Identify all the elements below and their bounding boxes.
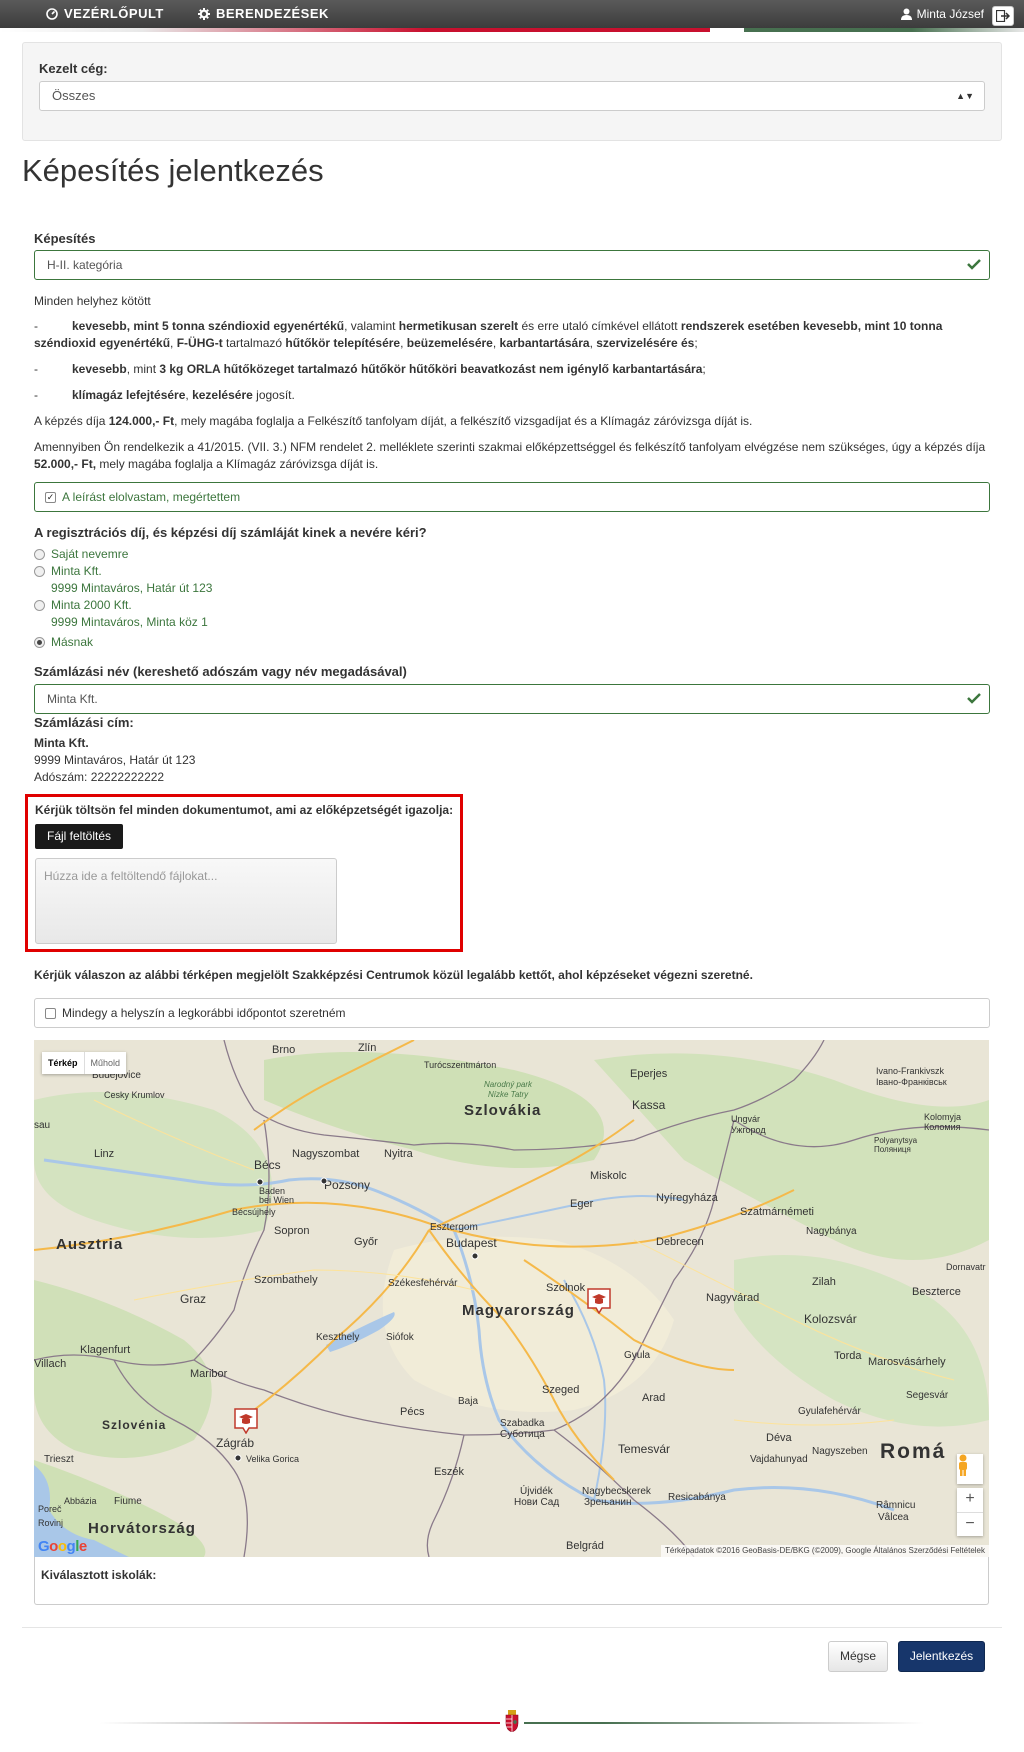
footer-line-left [100,1722,500,1724]
fee-text: A képzés díja 124.000,- Ft, mely magába … [34,414,753,428]
company-select-value: Összes [52,88,96,103]
billing-address-name: Minta Kft. [34,736,89,750]
form-divider [22,1627,1002,1628]
ack-checkbox-label: A leírást elolvastam, megértettem [62,490,241,504]
nav-settings[interactable]: BERENDEZÉSEK [198,0,329,28]
any-location-checkbox[interactable] [45,1007,56,1019]
invoice-option-other-label: Másnak [51,635,94,649]
map-city-markers [234,1177,479,1462]
map-tab-map[interactable]: Térkép [42,1052,84,1074]
flag-stripe-green [744,28,1024,32]
billing-name-label: Számlázási név (kereshető adószám vagy n… [34,664,407,679]
school-marker-szolnok[interactable] [587,1288,611,1314]
billing-address-label: Számlázási cím: [34,715,134,730]
exempt-fee-text: Amennyiben Ön rendelkezik a 41/2015. (VI… [34,440,986,471]
radio-other[interactable] [34,637,45,648]
page-title: Képesítés jelentkezés [22,153,324,188]
upload-label: Kérjük töltsön fel minden dokumentumot, … [35,803,454,817]
company-label: Kezelt cég: [39,61,108,76]
caret-down-icon: ▲▼ [956,91,974,101]
school-map[interactable]: Brno Zlín Turócszentmárton Eperjes Ivano… [34,1040,989,1557]
invoice-option-minta-label: Minta Kft. [51,564,102,578]
file-upload-button[interactable]: Fájl feltöltés [35,824,124,849]
file-dropzone[interactable]: Húzza ide a feltöltendő fájlokat... [35,858,337,944]
logout-button[interactable] [992,6,1014,26]
street-view-pegman-icon[interactable] [957,1454,983,1484]
map-attribution[interactable]: Térképadatok ©2016 GeoBasis-DE/BKG (©200… [661,1545,989,1557]
map-instruction: Kérjük válaszon az alábbi térképen megje… [34,968,753,982]
logout-icon [996,10,1010,22]
billing-tax-id: Adószám: 22222222222 [34,770,165,784]
map-zoom-controls: + − [957,1488,983,1536]
upload-section: Kérjük töltsön fel minden dokumentumot, … [25,794,463,952]
coat-of-arms-icon [505,1710,519,1732]
billing-name-field[interactable]: Minta Kft. [34,684,990,714]
footer-line-right [524,1722,924,1724]
company-select[interactable]: Összes ▲▼ [39,81,985,111]
user-name: Minta József [916,7,984,21]
selected-schools-label: Kiválasztott iskolák: [41,1568,157,1582]
nav-settings-label: BERENDEZÉSEK [216,6,329,21]
invoice-question: A regisztrációs díj, és képzési díj szám… [34,525,427,540]
radio-own[interactable] [34,549,45,560]
ack-checkbox[interactable]: ✓ [45,491,56,503]
invoice-option-minta2000-address: 9999 Mintaváros, Minta köz 1 [51,615,208,629]
user-icon [900,8,912,20]
company-filter-panel: Kezelt cég: Összes ▲▼ [22,42,1002,141]
radio-minta2000[interactable] [34,600,45,611]
radio-minta[interactable] [34,566,45,577]
any-location-row[interactable]: Mindegy a helyszín a legkorábbi időponto… [34,998,990,1028]
billing-address-line: 9999 Mintaváros, Határ út 123 [34,753,196,767]
school-marker-zagrab[interactable] [234,1408,258,1434]
gear-icon [198,8,210,20]
dashboard-icon [46,8,58,20]
invoice-option-minta-address: 9999 Mintaváros, Határ út 123 [51,581,213,595]
invoice-option-own[interactable]: Saját nevemre [34,546,128,563]
nav-dashboard[interactable]: VEZÉRLŐPULT [46,0,164,28]
invoice-option-minta2000-label: Minta 2000 Kft. [51,598,132,612]
description-item-1: - kevesebb, mint 5 tonna széndioxid egyen… [34,319,943,350]
user-menu[interactable]: Minta József [900,0,984,28]
google-logo: Google [38,1538,87,1555]
cancel-button[interactable]: Mégse [828,1641,888,1672]
description-item-3: - klímagáz lefejtésére, kezelésére jogosí… [34,388,295,402]
invoice-option-own-label: Saját nevemre [51,547,129,561]
selected-schools-box: Kiválasztott iskolák: [34,1557,989,1605]
valid-check-icon [967,259,981,270]
zoom-out-button[interactable]: − [957,1512,983,1536]
ack-checkbox-row[interactable]: ✓ A leírást elolvastam, megértettem [34,482,990,512]
dropzone-placeholder: Húzza ide a feltöltendő fájlokat... [44,869,218,883]
invoice-option-other[interactable]: Másnak [34,634,93,651]
qualification-value: H-II. kategória [47,258,123,272]
valid-check-icon [967,693,981,704]
description-intro: Minden helyhez kötött [34,294,151,308]
qualification-field[interactable]: H-II. kategória [34,250,990,280]
nav-dashboard-label: VEZÉRLŐPULT [64,6,164,21]
description-item-2: - kevesebb, mint 3 kg ORLA hűtőközeget ta… [34,362,706,376]
invoice-option-minta[interactable]: Minta Kft. 9999 Mintaváros, Határ út 123 [34,563,212,597]
zoom-in-button[interactable]: + [957,1488,983,1512]
map-type-tabs: Térkép Műhold [42,1052,127,1074]
billing-name-value: Minta Kft. [47,692,98,706]
invoice-option-minta2000[interactable]: Minta 2000 Kft. 9999 Mintaváros, Minta kö… [34,597,208,631]
top-navbar: VEZÉRLŐPULT BERENDEZÉSEK Minta József [0,0,1024,28]
flag-stripe-red [0,28,710,32]
qualification-label: Képesítés [34,231,96,246]
any-location-label: Mindegy a helyszín a legkorábbi időponto… [62,1006,346,1020]
map-tab-satellite[interactable]: Műhold [83,1052,127,1074]
submit-button[interactable]: Jelentkezés [898,1641,985,1672]
